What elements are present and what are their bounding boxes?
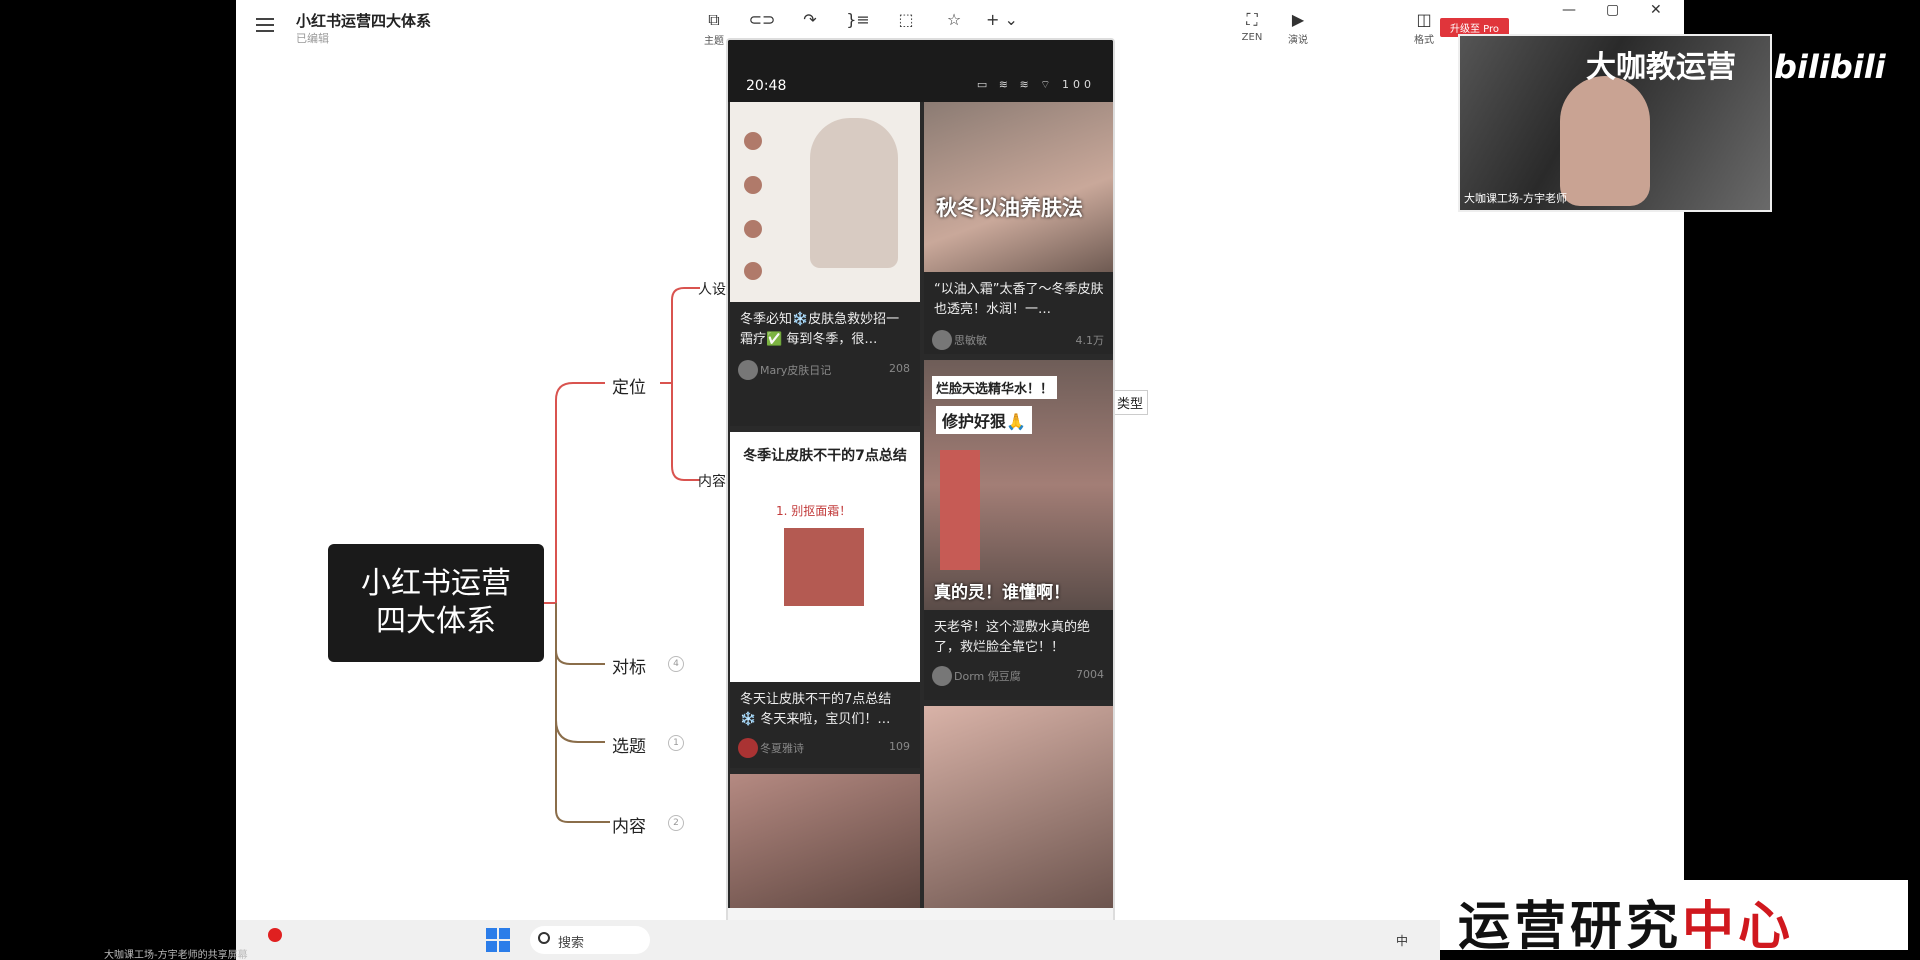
card-author: Mary皮肤日记: [760, 364, 832, 377]
input-method-indicator[interactable]: 中: [1396, 932, 1408, 949]
poster-image: [784, 528, 864, 606]
branch-topic-selection[interactable]: 选题: [612, 732, 646, 757]
avatar: [932, 330, 952, 350]
poster-item: 1. 别抠面霜！: [776, 504, 852, 518]
card-like-count: 7004: [1076, 668, 1104, 681]
windows-start-icon[interactable]: [486, 928, 510, 952]
card-title: 天老爷！这个湿敷水真的绝了，救烂脸全靠它！！: [934, 620, 1091, 655]
card-like-count: 208: [889, 362, 910, 375]
poster-title: 冬季让皮肤不干的7点总结: [743, 448, 907, 464]
branch-positioning[interactable]: 定位: [612, 373, 646, 398]
illustration-face: [810, 118, 898, 268]
card-image: 烂脸天选精华水！！ 修护好狠🙏 真的灵！谁懂啊！: [924, 360, 1113, 610]
sub-branch-content[interactable]: 内容: [698, 471, 726, 491]
card-like-count: 109: [889, 740, 910, 753]
sub-branch-type[interactable]: 类型: [1112, 390, 1149, 415]
feed-card[interactable]: 冬季让皮肤不干的7点总结 1. 别抠面霜！ 冬天让皮肤不干的7点总结 ❄️ 冬天…: [730, 432, 920, 768]
phone-status-icons: ▭ ≋ ≋ ⌔ 100: [976, 78, 1095, 91]
card-image: 秋冬以油养肤法: [924, 102, 1113, 272]
sub-branch-persona[interactable]: 人设: [698, 279, 726, 299]
avatar: [738, 738, 758, 758]
phone-status-bar: 20:48 ▭ ≋ ≋ ⌔ 100: [728, 40, 1113, 102]
card-author: 冬夏雅诗: [760, 742, 804, 755]
xiaohongshu-feed: 冬季必知❄️皮肤急救妙招一霜疗✅ 每到冬季，很… Mary皮肤日记 208 秋冬…: [728, 102, 1113, 910]
search-icon: [538, 932, 550, 944]
illustration-dot: [744, 132, 762, 150]
feed-card[interactable]: [730, 774, 920, 910]
windows-taskbar: [236, 920, 1440, 960]
card-overlay-text: 修护好狠🙏: [936, 406, 1032, 434]
collapsed-count-badge[interactable]: 2: [668, 815, 684, 831]
screen-share-caption: 大咖课工场-方宇老师的共享屏幕: [104, 950, 248, 960]
avatar: [738, 360, 758, 380]
card-author: 思敏敏: [954, 334, 987, 347]
card-title: 冬天让皮肤不干的7点总结 ❄️ 冬天来啦，宝贝们！…: [740, 692, 892, 727]
feed-card[interactable]: 冬季必知❄️皮肤急救妙招一霜疗✅ 每到冬季，很… Mary皮肤日记 208: [730, 102, 920, 426]
branch-benchmark[interactable]: 对标: [612, 653, 646, 678]
card-image: [730, 102, 920, 302]
feed-card[interactable]: 烂脸天选精华水！！ 修护好狠🙏 真的灵！谁懂啊！ 天老爷！这个湿敷水真的绝了，救…: [924, 360, 1113, 700]
illustration-dot: [744, 220, 762, 238]
feed-card[interactable]: [924, 706, 1113, 910]
webcam-caption: 大咖课工场-方宇老师: [1464, 192, 1567, 205]
card-like-count: 4.1万: [1075, 334, 1105, 347]
illustration-dot: [744, 176, 762, 194]
card-title: 冬季必知❄️皮肤急救妙招一霜疗✅ 每到冬季，很…: [740, 312, 900, 347]
card-overlay-text: 烂脸天选精华水！！: [932, 376, 1058, 399]
notification-dot: [268, 928, 282, 942]
phone-clock: 20:48: [746, 78, 787, 94]
branch-content[interactable]: 内容: [612, 812, 646, 837]
feed-card[interactable]: 秋冬以油养肤法 “以油入霜”太香了～冬季皮肤也透亮！水润！一… 思敏敏 4.1万: [924, 102, 1113, 354]
avatar: [932, 666, 952, 686]
card-author: Dorm 倪豆腐: [954, 670, 1021, 683]
card-title: “以油入霜”太香了～冬季皮肤也透亮！水润！一…: [934, 282, 1104, 317]
card-overlay-text: 秋冬以油养肤法: [936, 196, 1083, 220]
presenter-face: [1560, 76, 1650, 206]
card-image: 冬季让皮肤不干的7点总结 1. 别抠面霜！: [730, 432, 920, 682]
root-topic[interactable]: 小红书运营 四大体系: [328, 544, 544, 662]
webcam-brand-text: 大咖教运营: [1586, 50, 1736, 85]
screen: 小红书运营四大体系 已编辑 ⧉ 主题 ⊂⊃ ↷ }≡ ⬚ ☆ + ⌄ ⛶ ZEN…: [0, 0, 1920, 960]
collapsed-count-badge[interactable]: 1: [668, 735, 684, 751]
illustration-dot: [744, 262, 762, 280]
phone-mirror-window: 20:48 ▭ ≋ ≋ ⌔ 100 冬季必知❄️皮肤急救妙招一霜疗✅ 每到冬季，…: [726, 38, 1115, 950]
watermark-text: 运营研究中心: [1458, 897, 1795, 957]
watermark-banner: 运营研究中心: [1440, 880, 1908, 957]
webcam-feed: 大咖教运营 大咖课工场-方宇老师: [1458, 34, 1772, 212]
card-overlay-text: 真的灵！谁懂啊！: [934, 583, 1070, 603]
bilibili-logo: bilibili: [1774, 48, 1886, 86]
product-bottle: [940, 450, 980, 570]
collapsed-count-badge[interactable]: 4: [668, 656, 684, 672]
